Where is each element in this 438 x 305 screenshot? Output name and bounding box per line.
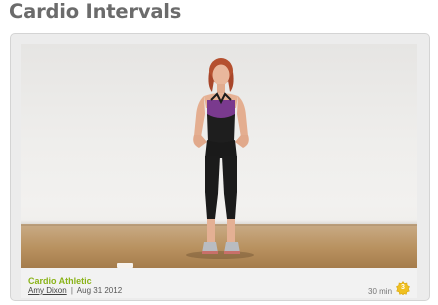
page-title: Cardio Intervals: [9, 0, 182, 23]
video-duration: 30 min: [368, 287, 393, 296]
instructor-figure: [186, 58, 254, 259]
publish-date: Aug 31 2012: [76, 286, 123, 295]
video-player[interactable]: [21, 44, 417, 268]
meta-separator: |: [70, 286, 73, 295]
star-badge-icon: 3: [396, 280, 410, 296]
difficulty-level: 3: [401, 284, 405, 291]
instructor-link[interactable]: Amy Dixon: [28, 286, 67, 295]
series-name[interactable]: Cardio Athletic: [28, 276, 92, 286]
video-meta: Amy Dixon | Aug 31 2012: [28, 286, 122, 295]
